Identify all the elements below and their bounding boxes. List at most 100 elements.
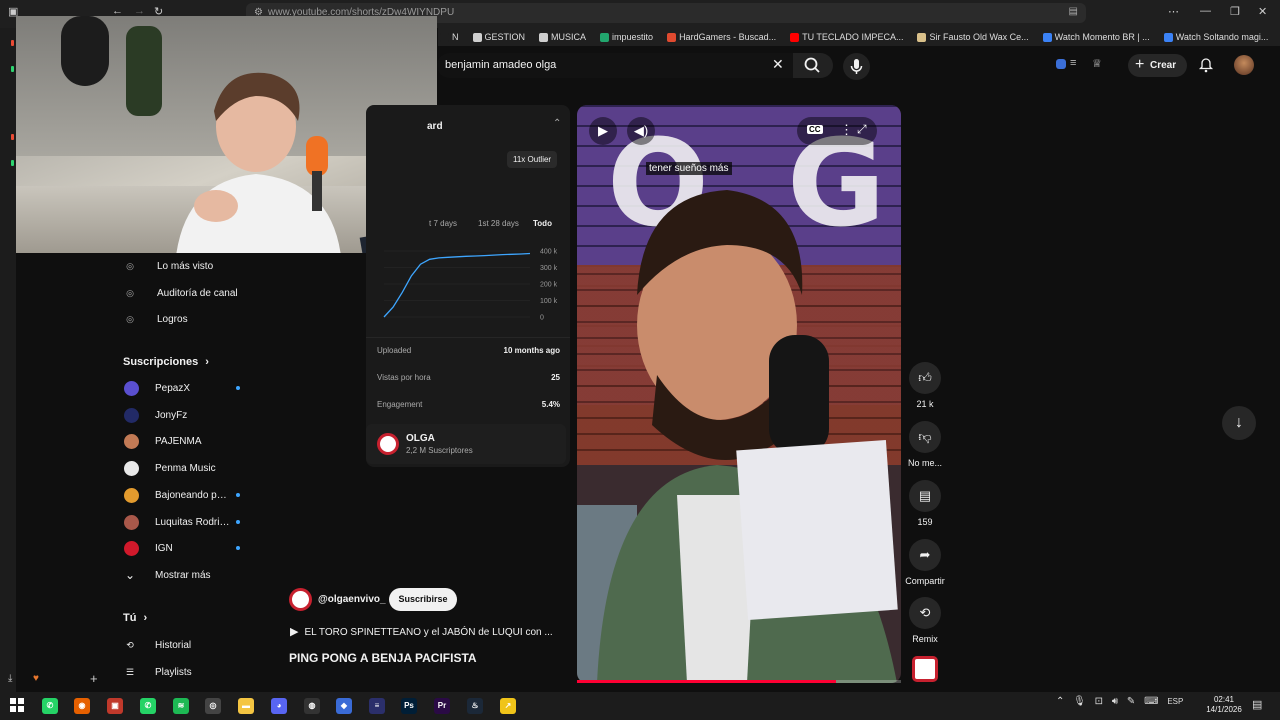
steam-icon[interactable]: ♨ xyxy=(467,698,483,714)
views-chart: 400 k 300 k 200 k 100 k 0 xyxy=(383,249,558,322)
play-button[interactable]: ▶ xyxy=(589,117,617,145)
subscriptions-heading[interactable]: Suscripciones › xyxy=(123,356,209,368)
extension-list-icon[interactable]: ≡ xyxy=(1070,57,1076,69)
pen-icon[interactable]: ✎ xyxy=(1127,696,1135,707)
you-heading[interactable]: Tú › xyxy=(123,612,147,624)
bookmark-item[interactable]: TU TECLADO IMPECA... xyxy=(790,32,903,42)
bookmark-item[interactable]: impuestito xyxy=(600,32,653,42)
channel-avatar[interactable] xyxy=(289,588,312,611)
range-7-days[interactable]: t 7 days xyxy=(429,219,457,228)
spotify-icon[interactable]: ≋ xyxy=(173,698,189,714)
volume-button[interactable]: ◀) xyxy=(627,117,655,145)
language-indicator[interactable]: ESP xyxy=(1167,697,1183,706)
thumbs-down-icon: 👎︎ xyxy=(918,429,932,444)
subscription-item[interactable]: Luquitas Rodrigu... xyxy=(107,511,263,533)
subscription-label: Penma Music xyxy=(155,463,216,475)
video-progress-bar[interactable] xyxy=(577,680,901,683)
comments-button[interactable]: ▤ xyxy=(909,480,941,512)
remix-button[interactable]: ⟲ xyxy=(909,597,941,629)
bookmark-item[interactable]: MUSICA xyxy=(539,32,586,42)
audit-icon: ◎ xyxy=(126,287,134,298)
windows-start-icon[interactable] xyxy=(10,698,24,717)
subscription-item[interactable]: Penma Music xyxy=(107,457,263,479)
bookmark-item[interactable]: N xyxy=(440,32,459,42)
keyboard-icon[interactable]: ⌨ xyxy=(1144,696,1158,707)
collapse-icon[interactable]: ⌃ xyxy=(553,118,561,129)
search-input[interactable]: benjamin amadeo olga xyxy=(437,53,793,78)
bookmark-item[interactable]: GESTION xyxy=(472,32,525,42)
obs-icon[interactable]: ◎ xyxy=(205,698,221,714)
subscription-item[interactable]: JonyFz xyxy=(107,404,263,426)
related-video-link[interactable]: ▶ EL TORO SPINETTEANO y el JABÓN de LUQUI… xyxy=(290,625,553,638)
sidebar-item[interactable]: ◎ Logros xyxy=(107,308,263,330)
discord-icon[interactable]: ◕ xyxy=(271,698,287,714)
reader-mode-icon[interactable]: ▤ xyxy=(1069,6,1078,17)
subscription-item[interactable]: Bajoneando por ... xyxy=(107,484,263,506)
photoshop-icon[interactable]: Ps xyxy=(401,698,417,714)
heart-icon[interactable]: ♥ xyxy=(33,673,39,684)
video-paper xyxy=(736,439,898,621)
browser-icon[interactable]: ↗ xyxy=(500,698,516,714)
restore-icon[interactable]: ❐ xyxy=(1230,5,1240,18)
voice-search-button[interactable] xyxy=(843,53,870,80)
news-app-icon[interactable]: ▣ xyxy=(107,698,123,714)
captions-icon[interactable]: CC xyxy=(807,125,823,134)
notifications-icon[interactable] xyxy=(1198,57,1214,73)
dislike-button[interactable]: 👎︎ xyxy=(909,421,941,453)
subscription-item[interactable]: IGN xyxy=(107,537,263,559)
clear-search-icon[interactable]: ✕ xyxy=(772,56,784,73)
more-options-icon[interactable]: ⋮ xyxy=(840,122,853,138)
shorts-player[interactable]: O G ▶ ◀) CC ⋮ ⤢ xyxy=(577,105,901,683)
crypto-app-icon[interactable]: ◆ xyxy=(336,698,352,714)
like-button[interactable]: 👍︎ xyxy=(909,362,941,394)
subscribe-button[interactable]: Suscribirse xyxy=(389,588,457,611)
share-button[interactable]: ➦ xyxy=(909,539,941,571)
audio-app-icon[interactable]: ≡ xyxy=(369,698,385,714)
add-icon[interactable]: + xyxy=(90,671,98,686)
close-window-icon[interactable]: ✕ xyxy=(1258,5,1267,18)
range-all[interactable]: Todo xyxy=(533,219,552,228)
fullscreen-icon[interactable]: ⤢ xyxy=(857,122,867,137)
clock-time: 02:41 xyxy=(1213,695,1235,704)
firefox-icon[interactable]: ◉ xyxy=(74,698,90,714)
channel-card[interactable]: OLGA 2,2 M Suscriptores xyxy=(366,424,566,464)
sidebar-item-playlists[interactable]: ☰ Playlists xyxy=(107,661,263,683)
premiere-icon[interactable]: Pr xyxy=(434,698,450,714)
game-launcher-icon[interactable]: ◍ xyxy=(304,698,320,714)
mic-tray-icon[interactable]: 🎙︎ xyxy=(1073,696,1086,707)
speaker-icon[interactable]: 🔊︎ xyxy=(1112,696,1118,707)
range-28-days[interactable]: 1st 28 days xyxy=(478,219,519,228)
bookmark-label: N xyxy=(452,32,459,42)
channel-handle[interactable]: @olgaenvivo_ xyxy=(318,594,386,605)
bookmark-item[interactable]: Watch Soltando magi... xyxy=(1163,32,1268,42)
metric-label: Uploaded xyxy=(377,346,412,355)
create-button[interactable]: + Crear xyxy=(1128,54,1187,77)
clock[interactable]: 02:41 14/1/2026 xyxy=(1204,695,1244,715)
subscription-item[interactable]: PAJENMA xyxy=(107,430,263,452)
download-icon[interactable]: ⤓ xyxy=(8,673,12,684)
menu-icon[interactable]: ⋯ xyxy=(1168,5,1179,18)
network-icon[interactable]: ⊡ xyxy=(1095,696,1103,707)
sidebar-item-history[interactable]: ⟲ Historial xyxy=(107,634,263,656)
bookmark-item[interactable]: Sir Fausto Old Wax Ce... xyxy=(917,32,1029,42)
whatsapp-alt-icon[interactable]: ✆ xyxy=(140,698,156,714)
minimize-icon[interactable]: — xyxy=(1200,5,1211,17)
file-explorer-icon[interactable]: ▬ xyxy=(238,698,254,714)
bookmark-item[interactable]: HardGamers - Buscad... xyxy=(667,32,776,42)
trophy-icon[interactable]: ♕ xyxy=(1092,57,1102,70)
notification-center-icon[interactable]: ▤ xyxy=(1252,698,1262,711)
search-button[interactable] xyxy=(793,53,833,78)
show-more-button[interactable]: ⌄ Mostrar más xyxy=(107,564,263,586)
sidebar-item[interactable]: ◎ Lo más visto xyxy=(107,255,263,277)
bookmark-item[interactable]: Watch Momento BR | ... xyxy=(1042,32,1150,42)
subscription-item[interactable]: PepazX xyxy=(107,377,263,399)
extension-icon[interactable] xyxy=(1056,59,1066,69)
bookmark-label: HardGamers - Buscad... xyxy=(679,32,777,42)
audio-source-thumbnail[interactable] xyxy=(912,656,938,682)
tray-expand-icon[interactable]: ⌃ xyxy=(1056,696,1064,707)
sidebar-item[interactable]: ◎ Auditoría de canal xyxy=(107,282,263,304)
chart-tick-label: 300 k xyxy=(540,265,558,272)
whatsapp-icon[interactable]: ✆ xyxy=(42,698,58,714)
account-avatar[interactable] xyxy=(1234,55,1254,75)
next-video-button[interactable]: ↓ xyxy=(1222,406,1256,440)
